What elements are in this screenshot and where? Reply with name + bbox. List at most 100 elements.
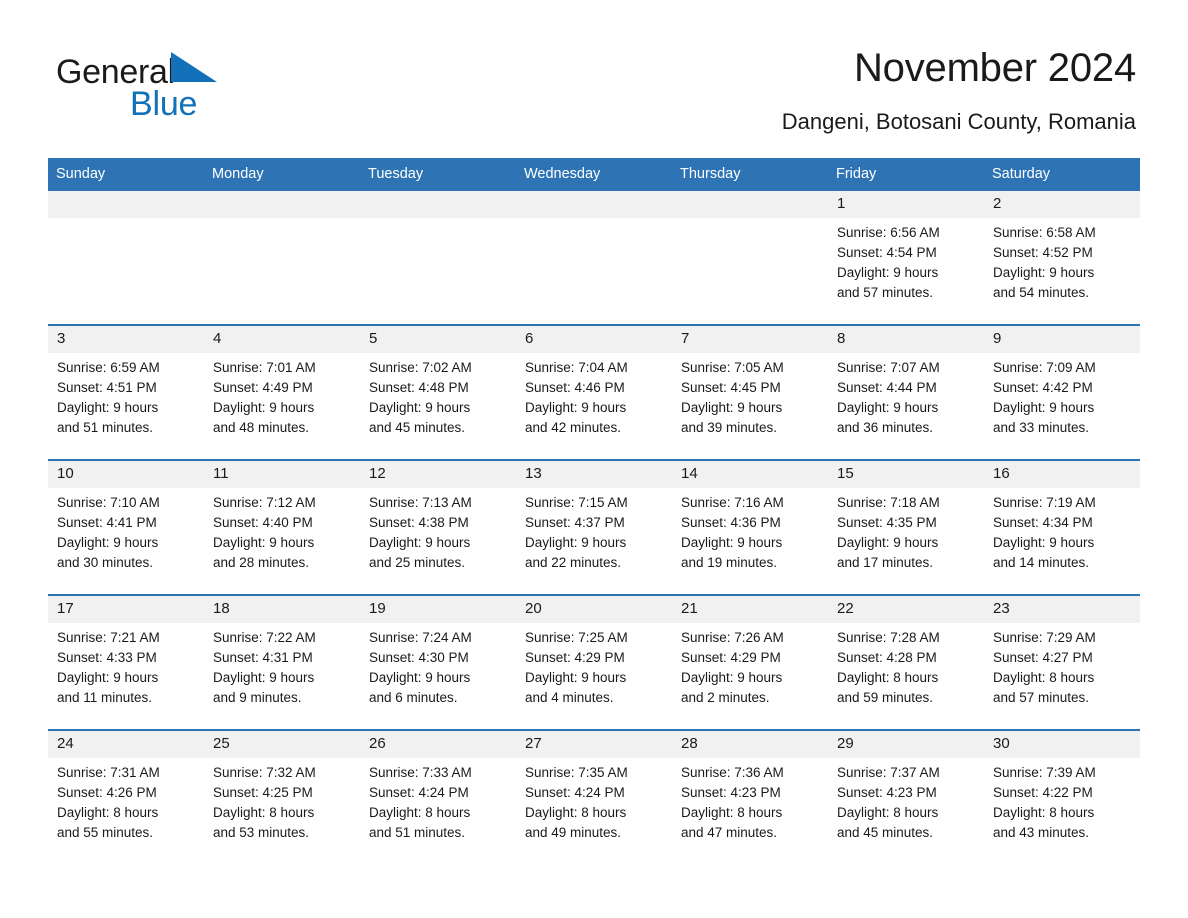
day-cell[interactable]: 28 Sunrise: 7:36 AM Sunset: 4:23 PM Dayl… — [672, 729, 828, 864]
day-details: Sunrise: 7:01 AM Sunset: 4:49 PM Dayligh… — [204, 353, 360, 438]
daylight-line-2: and 6 minutes. — [369, 690, 458, 705]
sunset-line: Sunset: 4:31 PM — [213, 650, 313, 665]
day-number: 17 — [48, 596, 204, 623]
day-cell[interactable]: 25 Sunrise: 7:32 AM Sunset: 4:25 PM Dayl… — [204, 729, 360, 864]
day-number: 7 — [672, 326, 828, 353]
daylight-line-2: and 51 minutes. — [57, 420, 154, 435]
day-cell[interactable]: 1 Sunrise: 6:56 AM Sunset: 4:54 PM Dayli… — [828, 191, 984, 325]
day-cell[interactable]: 22 Sunrise: 7:28 AM Sunset: 4:28 PM Dayl… — [828, 594, 984, 730]
day-cell[interactable]: 18 Sunrise: 7:22 AM Sunset: 4:31 PM Dayl… — [204, 594, 360, 730]
daylight-line-2: and 14 minutes. — [993, 555, 1090, 570]
sunrise-line: Sunrise: 7:19 AM — [993, 495, 1096, 510]
day-details: Sunrise: 7:09 AM Sunset: 4:42 PM Dayligh… — [984, 353, 1140, 438]
day-details: Sunrise: 7:24 AM Sunset: 4:30 PM Dayligh… — [360, 623, 516, 708]
daylight-line-2: and 54 minutes. — [993, 285, 1090, 300]
sunset-line: Sunset: 4:54 PM — [837, 245, 937, 260]
day-cell[interactable]: 26 Sunrise: 7:33 AM Sunset: 4:24 PM Dayl… — [360, 729, 516, 864]
sunrise-line: Sunrise: 7:29 AM — [993, 630, 1096, 645]
day-cell[interactable]: 16 Sunrise: 7:19 AM Sunset: 4:34 PM Dayl… — [984, 459, 1140, 595]
day-cell[interactable]: 20 Sunrise: 7:25 AM Sunset: 4:29 PM Dayl… — [516, 594, 672, 730]
day-cell[interactable]: 7 Sunrise: 7:05 AM Sunset: 4:45 PM Dayli… — [672, 324, 828, 460]
sunrise-line: Sunrise: 7:10 AM — [57, 495, 160, 510]
sunset-line: Sunset: 4:38 PM — [369, 515, 469, 530]
daylight-line-1: Daylight: 8 hours — [681, 805, 783, 820]
day-details: Sunrise: 7:37 AM Sunset: 4:23 PM Dayligh… — [828, 758, 984, 843]
daylight-line-1: Daylight: 9 hours — [681, 670, 783, 685]
sunset-line: Sunset: 4:37 PM — [525, 515, 625, 530]
day-cell[interactable]: 24 Sunrise: 7:31 AM Sunset: 4:26 PM Dayl… — [48, 729, 204, 864]
daylight-line-1: Daylight: 9 hours — [837, 400, 939, 415]
day-cell[interactable]: 5 Sunrise: 7:02 AM Sunset: 4:48 PM Dayli… — [360, 324, 516, 460]
daylight-line-2: and 49 minutes. — [525, 825, 622, 840]
day-number: 30 — [984, 731, 1140, 758]
day-details: Sunrise: 7:02 AM Sunset: 4:48 PM Dayligh… — [360, 353, 516, 438]
sunset-line: Sunset: 4:45 PM — [681, 380, 781, 395]
day-cell[interactable] — [48, 191, 204, 325]
calendar-week-row: 1 Sunrise: 6:56 AM Sunset: 4:54 PM Dayli… — [48, 191, 1140, 325]
day-number: 18 — [204, 596, 360, 623]
sunset-line: Sunset: 4:29 PM — [525, 650, 625, 665]
day-cell[interactable]: 9 Sunrise: 7:09 AM Sunset: 4:42 PM Dayli… — [984, 324, 1140, 460]
day-cell[interactable]: 11 Sunrise: 7:12 AM Sunset: 4:40 PM Dayl… — [204, 459, 360, 595]
daylight-line-1: Daylight: 8 hours — [993, 670, 1095, 685]
day-cell[interactable]: 30 Sunrise: 7:39 AM Sunset: 4:22 PM Dayl… — [984, 729, 1140, 864]
day-details: Sunrise: 7:16 AM Sunset: 4:36 PM Dayligh… — [672, 488, 828, 573]
day-details: Sunrise: 7:35 AM Sunset: 4:24 PM Dayligh… — [516, 758, 672, 843]
daylight-line-1: Daylight: 9 hours — [525, 670, 627, 685]
sunrise-line: Sunrise: 7:36 AM — [681, 765, 784, 780]
day-cell[interactable]: 8 Sunrise: 7:07 AM Sunset: 4:44 PM Dayli… — [828, 324, 984, 460]
weekday-header-wednesday: Wednesday — [516, 158, 672, 191]
day-number — [204, 191, 360, 218]
daylight-line-2: and 39 minutes. — [681, 420, 778, 435]
daylight-line-1: Daylight: 9 hours — [369, 400, 471, 415]
day-cell[interactable]: 12 Sunrise: 7:13 AM Sunset: 4:38 PM Dayl… — [360, 459, 516, 595]
day-cell[interactable]: 6 Sunrise: 7:04 AM Sunset: 4:46 PM Dayli… — [516, 324, 672, 460]
daylight-line-1: Daylight: 8 hours — [525, 805, 627, 820]
calendar-head: Sunday Monday Tuesday Wednesday Thursday… — [48, 158, 1140, 191]
day-cell[interactable]: 14 Sunrise: 7:16 AM Sunset: 4:36 PM Dayl… — [672, 459, 828, 595]
day-cell[interactable]: 27 Sunrise: 7:35 AM Sunset: 4:24 PM Dayl… — [516, 729, 672, 864]
day-details: Sunrise: 7:29 AM Sunset: 4:27 PM Dayligh… — [984, 623, 1140, 708]
sunset-line: Sunset: 4:24 PM — [525, 785, 625, 800]
day-cell[interactable] — [360, 191, 516, 325]
daylight-line-2: and 22 minutes. — [525, 555, 622, 570]
day-cell[interactable]: 29 Sunrise: 7:37 AM Sunset: 4:23 PM Dayl… — [828, 729, 984, 864]
day-details — [204, 218, 360, 223]
day-details: Sunrise: 7:39 AM Sunset: 4:22 PM Dayligh… — [984, 758, 1140, 843]
sunrise-line: Sunrise: 7:01 AM — [213, 360, 316, 375]
logo-text-general: General — [56, 53, 175, 91]
day-cell[interactable]: 2 Sunrise: 6:58 AM Sunset: 4:52 PM Dayli… — [984, 191, 1140, 325]
day-details: Sunrise: 7:33 AM Sunset: 4:24 PM Dayligh… — [360, 758, 516, 843]
page-title: November 2024 — [853, 46, 1136, 90]
day-cell[interactable]: 10 Sunrise: 7:10 AM Sunset: 4:41 PM Dayl… — [48, 459, 204, 595]
day-cell[interactable]: 17 Sunrise: 7:21 AM Sunset: 4:33 PM Dayl… — [48, 594, 204, 730]
sunset-line: Sunset: 4:27 PM — [993, 650, 1093, 665]
daylight-line-1: Daylight: 8 hours — [369, 805, 471, 820]
sunset-line: Sunset: 4:34 PM — [993, 515, 1093, 530]
day-cell[interactable]: 4 Sunrise: 7:01 AM Sunset: 4:49 PM Dayli… — [204, 324, 360, 460]
daylight-line-2: and 45 minutes. — [837, 825, 934, 840]
day-cell[interactable]: 13 Sunrise: 7:15 AM Sunset: 4:37 PM Dayl… — [516, 459, 672, 595]
weekday-header-thursday: Thursday — [672, 158, 828, 191]
day-number: 22 — [828, 596, 984, 623]
day-cell[interactable]: 23 Sunrise: 7:29 AM Sunset: 4:27 PM Dayl… — [984, 594, 1140, 730]
sunrise-line: Sunrise: 7:18 AM — [837, 495, 940, 510]
calendar-table: Sunday Monday Tuesday Wednesday Thursday… — [48, 158, 1140, 864]
day-cell[interactable] — [204, 191, 360, 325]
day-cell[interactable]: 3 Sunrise: 6:59 AM Sunset: 4:51 PM Dayli… — [48, 324, 204, 460]
sunrise-line: Sunrise: 7:31 AM — [57, 765, 160, 780]
daylight-line-1: Daylight: 9 hours — [681, 535, 783, 550]
generalblue-logo[interactable]: General Blue — [56, 52, 316, 124]
sunrise-line: Sunrise: 7:35 AM — [525, 765, 628, 780]
location-subtitle: Dangeni, Botosani County, Romania — [781, 109, 1136, 134]
day-cell[interactable] — [516, 191, 672, 325]
day-number: 26 — [360, 731, 516, 758]
day-cell[interactable]: 21 Sunrise: 7:26 AM Sunset: 4:29 PM Dayl… — [672, 594, 828, 730]
day-cell[interactable] — [672, 191, 828, 325]
sunset-line: Sunset: 4:44 PM — [837, 380, 937, 395]
day-cell[interactable]: 15 Sunrise: 7:18 AM Sunset: 4:35 PM Dayl… — [828, 459, 984, 595]
day-details: Sunrise: 7:22 AM Sunset: 4:31 PM Dayligh… — [204, 623, 360, 708]
daylight-line-2: and 51 minutes. — [369, 825, 466, 840]
sunrise-line: Sunrise: 7:32 AM — [213, 765, 316, 780]
day-cell[interactable]: 19 Sunrise: 7:24 AM Sunset: 4:30 PM Dayl… — [360, 594, 516, 730]
